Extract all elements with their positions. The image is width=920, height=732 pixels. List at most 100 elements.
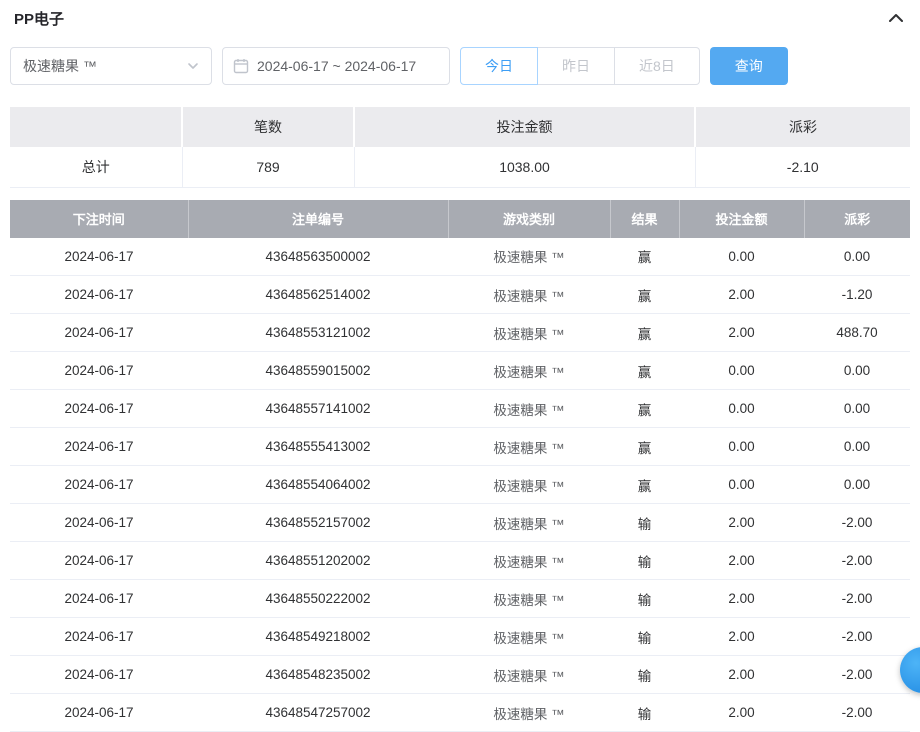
cell-bet-time: 2024-06-17 bbox=[10, 618, 188, 656]
cell-game-type: 极速糖果 ™ bbox=[448, 656, 610, 694]
cell-order-no: 43648548235002 bbox=[188, 656, 448, 694]
cell-game-type: 极速糖果 ™ bbox=[448, 428, 610, 466]
cell-bet-amount: 2.00 bbox=[679, 314, 804, 352]
table-row: 2024-06-17 43648563500002 极速糖果 ™ 赢 0.00 … bbox=[10, 238, 910, 276]
cell-bet-time: 2024-06-17 bbox=[10, 580, 188, 618]
cell-game-type: 极速糖果 ™ bbox=[448, 466, 610, 504]
summary-header-blank bbox=[10, 107, 182, 147]
date-range-picker[interactable]: 2024-06-17 ~ 2024-06-17 bbox=[222, 47, 450, 85]
table-row: 2024-06-17 43648551202002 极速糖果 ™ 输 2.00 … bbox=[10, 542, 910, 580]
cell-order-no: 43648557141002 bbox=[188, 390, 448, 428]
search-button[interactable]: 查询 bbox=[710, 47, 788, 85]
cell-bet-amount: 2.00 bbox=[679, 542, 804, 580]
table-row: 2024-06-17 43648562514002 极速糖果 ™ 赢 2.00 … bbox=[10, 276, 910, 314]
cell-game-type: 极速糖果 ™ bbox=[448, 542, 610, 580]
col-header-bet-time: 下注时间 bbox=[10, 200, 188, 238]
cell-order-no: 43648554064002 bbox=[188, 466, 448, 504]
cell-game-type: 极速糖果 ™ bbox=[448, 580, 610, 618]
game-select[interactable]: 极速糖果 ™ bbox=[10, 47, 212, 85]
cell-payout: 0.00 bbox=[804, 466, 910, 504]
summary-payout-value: -2.10 bbox=[695, 147, 910, 187]
cell-payout: -2.00 bbox=[804, 504, 910, 542]
cell-game-type: 极速糖果 ™ bbox=[448, 504, 610, 542]
cell-bet-time: 2024-06-17 bbox=[10, 542, 188, 580]
cell-bet-time: 2024-06-17 bbox=[10, 504, 188, 542]
cell-bet-amount: 2.00 bbox=[679, 694, 804, 732]
cell-result: 输 bbox=[610, 504, 679, 542]
cell-result: 输 bbox=[610, 618, 679, 656]
cell-game-type: 极速糖果 ™ bbox=[448, 694, 610, 732]
chevron-down-icon bbox=[187, 60, 199, 72]
table-row: 2024-06-17 43648549218002 极速糖果 ™ 输 2.00 … bbox=[10, 618, 910, 656]
cell-order-no: 43648553121002 bbox=[188, 314, 448, 352]
cell-payout: -2.00 bbox=[804, 618, 910, 656]
cell-result: 赢 bbox=[610, 466, 679, 504]
cell-bet-amount: 0.00 bbox=[679, 428, 804, 466]
col-header-payout: 派彩 bbox=[804, 200, 910, 238]
col-header-result: 结果 bbox=[610, 200, 679, 238]
cell-order-no: 43648563500002 bbox=[188, 238, 448, 276]
table-row: 2024-06-17 43648559015002 极速糖果 ™ 赢 0.00 … bbox=[10, 352, 910, 390]
cell-payout: 0.00 bbox=[804, 238, 910, 276]
yesterday-button[interactable]: 昨日 bbox=[538, 47, 615, 85]
cell-game-type: 极速糖果 ™ bbox=[448, 238, 610, 276]
col-header-order-no: 注单编号 bbox=[188, 200, 448, 238]
cell-result: 赢 bbox=[610, 314, 679, 352]
cell-payout: -2.00 bbox=[804, 580, 910, 618]
cell-game-type: 极速糖果 ™ bbox=[448, 390, 610, 428]
cell-payout: -1.20 bbox=[804, 276, 910, 314]
table-row: 2024-06-17 43648553121002 极速糖果 ™ 赢 2.00 … bbox=[10, 314, 910, 352]
summary-count-value: 789 bbox=[182, 147, 354, 187]
cell-bet-time: 2024-06-17 bbox=[10, 428, 188, 466]
col-header-bet-amount: 投注金额 bbox=[679, 200, 804, 238]
cell-result: 赢 bbox=[610, 352, 679, 390]
cell-order-no: 43648549218002 bbox=[188, 618, 448, 656]
cell-bet-amount: 2.00 bbox=[679, 504, 804, 542]
summary-header-bet-amount: 投注金额 bbox=[354, 107, 695, 147]
cell-order-no: 43648551202002 bbox=[188, 542, 448, 580]
table-row: 2024-06-17 43648552157002 极速糖果 ™ 输 2.00 … bbox=[10, 504, 910, 542]
cell-bet-amount: 2.00 bbox=[679, 618, 804, 656]
cell-result: 输 bbox=[610, 656, 679, 694]
summary-header-count: 笔数 bbox=[182, 107, 354, 147]
cell-payout: -2.00 bbox=[804, 542, 910, 580]
bet-records-body: 2024-06-17 43648563500002 极速糖果 ™ 赢 0.00 … bbox=[10, 238, 910, 732]
cell-bet-time: 2024-06-17 bbox=[10, 694, 188, 732]
chevron-up-icon bbox=[888, 13, 904, 23]
table-row: 2024-06-17 43648555413002 极速糖果 ™ 赢 0.00 … bbox=[10, 428, 910, 466]
cell-payout: 0.00 bbox=[804, 428, 910, 466]
collapse-button[interactable] bbox=[884, 9, 908, 27]
cell-order-no: 43648550222002 bbox=[188, 580, 448, 618]
table-row: 2024-06-17 43648548235002 极速糖果 ™ 输 2.00 … bbox=[10, 656, 910, 694]
cell-game-type: 极速糖果 ™ bbox=[448, 352, 610, 390]
cell-bet-amount: 0.00 bbox=[679, 352, 804, 390]
section-header: PP电子 bbox=[10, 0, 910, 34]
cell-payout: -2.00 bbox=[804, 694, 910, 732]
page-title: PP电子 bbox=[14, 8, 64, 29]
cell-payout: 0.00 bbox=[804, 390, 910, 428]
cell-result: 赢 bbox=[610, 276, 679, 314]
cell-game-type: 极速糖果 ™ bbox=[448, 314, 610, 352]
cell-bet-time: 2024-06-17 bbox=[10, 276, 188, 314]
cell-payout: 0.00 bbox=[804, 352, 910, 390]
cell-order-no: 43648547257002 bbox=[188, 694, 448, 732]
cell-game-type: 极速糖果 ™ bbox=[448, 276, 610, 314]
cell-order-no: 43648555413002 bbox=[188, 428, 448, 466]
last-8-days-button[interactable]: 近8日 bbox=[615, 47, 700, 85]
cell-result: 输 bbox=[610, 542, 679, 580]
cell-bet-time: 2024-06-17 bbox=[10, 656, 188, 694]
cell-order-no: 43648562514002 bbox=[188, 276, 448, 314]
cell-bet-amount: 2.00 bbox=[679, 656, 804, 694]
calendar-icon bbox=[233, 58, 249, 74]
cell-bet-time: 2024-06-17 bbox=[10, 390, 188, 428]
cell-result: 赢 bbox=[610, 428, 679, 466]
cell-bet-time: 2024-06-17 bbox=[10, 238, 188, 276]
today-button[interactable]: 今日 bbox=[460, 47, 538, 85]
cell-order-no: 43648559015002 bbox=[188, 352, 448, 390]
table-row: 2024-06-17 43648547257002 极速糖果 ™ 输 2.00 … bbox=[10, 694, 910, 732]
cell-bet-time: 2024-06-17 bbox=[10, 314, 188, 352]
report-page: PP电子 极速糖果 ™ bbox=[0, 0, 920, 732]
cell-bet-amount: 2.00 bbox=[679, 580, 804, 618]
summary-row: 总计 789 1038.00 -2.10 bbox=[10, 147, 910, 187]
cell-result: 赢 bbox=[610, 390, 679, 428]
